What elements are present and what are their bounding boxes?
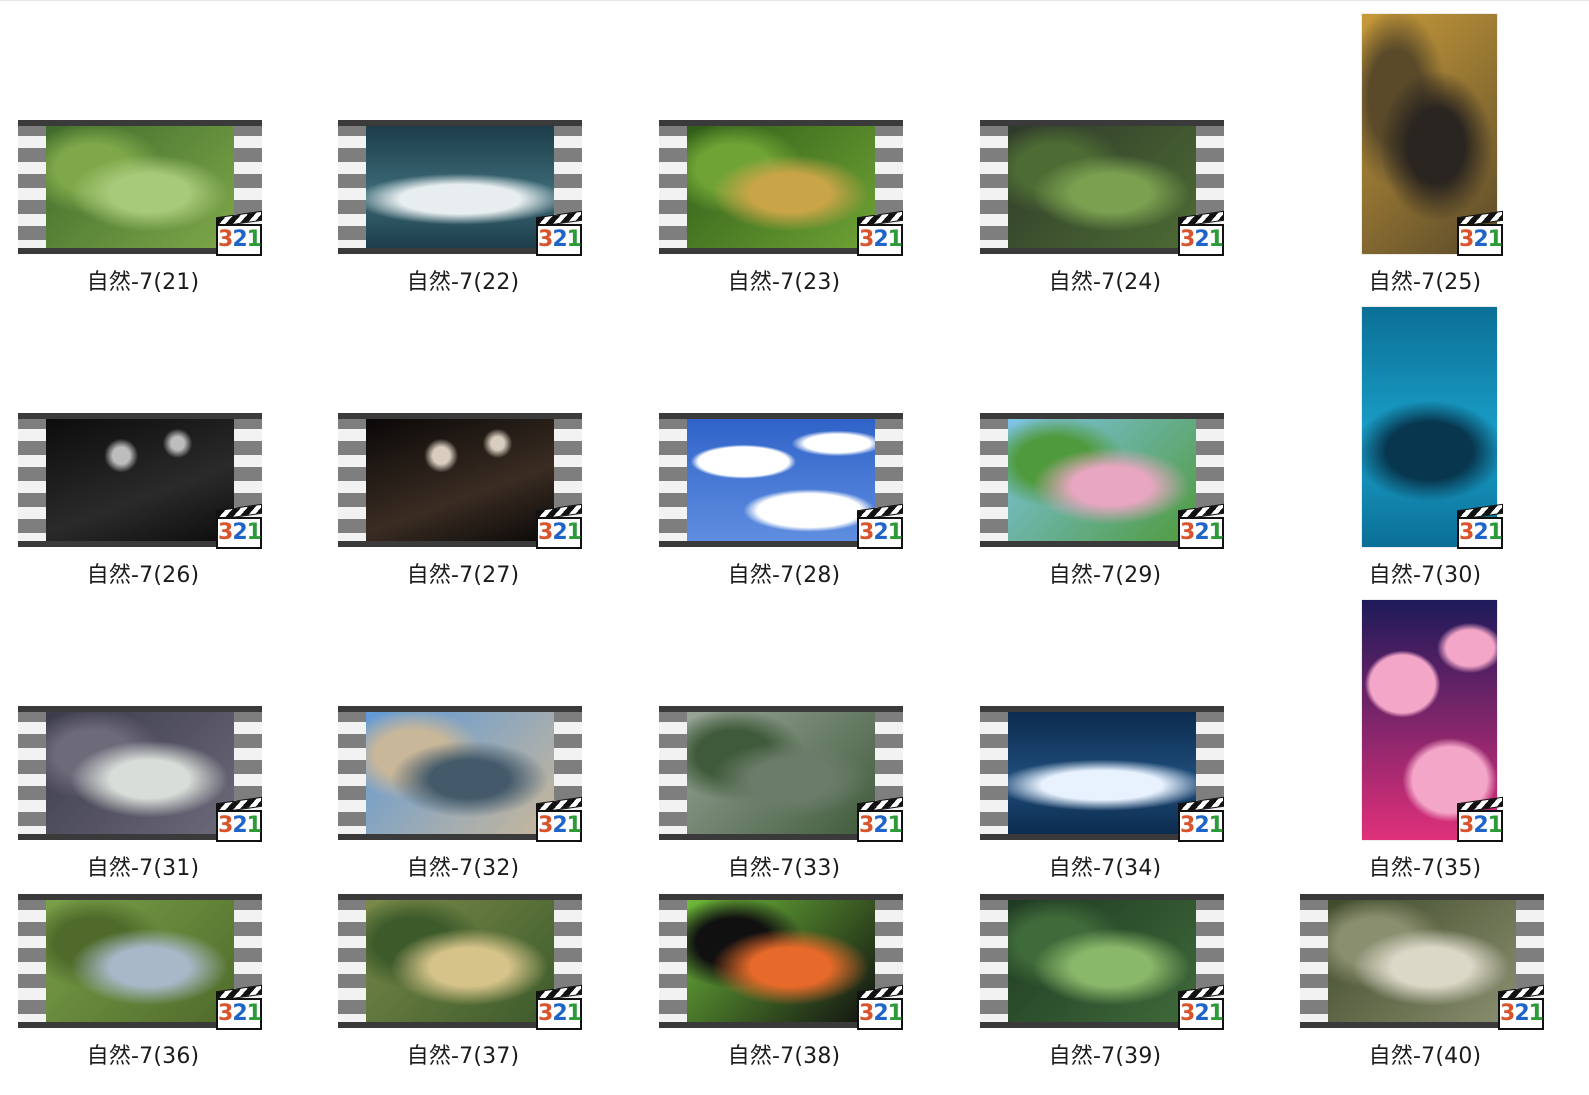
badge-digit: 3 <box>1500 1001 1515 1026</box>
badge-digit: 2 <box>873 1001 888 1026</box>
badge-digit: 1 <box>887 1001 903 1026</box>
file-name-label[interactable]: 自然-7(38) <box>634 1038 934 1070</box>
mpc-file-type-icon: 321 <box>857 984 903 1032</box>
thumbnail-image <box>366 900 554 1022</box>
badge-digit: 1 <box>246 1001 262 1026</box>
file-item[interactable]: 321 自然-7(37) <box>313 0 613 1095</box>
thumbnail-image <box>46 900 234 1022</box>
file-name-label[interactable]: 自然-7(39) <box>955 1038 1255 1070</box>
mpc-file-type-icon: 321 <box>1498 984 1544 1032</box>
badge-digit: 1 <box>1208 1001 1224 1026</box>
file-item[interactable]: 321 自然-7(39) <box>955 0 1255 1095</box>
file-name-label[interactable]: 自然-7(37) <box>313 1038 613 1070</box>
mpc-file-type-icon: 321 <box>1178 984 1224 1032</box>
badge-digits: 321 <box>1498 998 1544 1030</box>
thumbnail-image <box>1008 900 1196 1022</box>
film-sprocket-holes <box>18 900 46 1022</box>
film-sprocket-holes <box>659 900 687 1022</box>
file-grid: 321 自然-7(21) 321 自然-7(22) 321 自然-7(23) 321 自然-7… <box>0 0 1589 1095</box>
mpc-file-type-icon: 321 <box>216 984 262 1032</box>
badge-digit: 3 <box>859 1001 874 1026</box>
badge-digit: 2 <box>1194 1001 1209 1026</box>
thumbnail-image <box>1328 900 1516 1022</box>
badge-digit: 1 <box>566 1001 582 1026</box>
badge-digit: 2 <box>232 1001 247 1026</box>
badge-digit: 3 <box>218 1001 233 1026</box>
file-item[interactable]: 321 自然-7(36) <box>0 0 293 1095</box>
film-sprocket-holes <box>338 900 366 1022</box>
badge-digits: 321 <box>857 998 903 1030</box>
file-name-label[interactable]: 自然-7(40) <box>1275 1038 1575 1070</box>
badge-digits: 321 <box>1178 998 1224 1030</box>
badge-digit: 3 <box>538 1001 553 1026</box>
mpc-file-type-icon: 321 <box>536 984 582 1032</box>
thumbnail-image <box>687 900 875 1022</box>
file-item[interactable]: 321 自然-7(38) <box>634 0 934 1095</box>
badge-digit: 3 <box>1180 1001 1195 1026</box>
badge-digits: 321 <box>216 998 262 1030</box>
badge-digits: 321 <box>536 998 582 1030</box>
badge-digit: 2 <box>1514 1001 1529 1026</box>
badge-digit: 1 <box>1528 1001 1544 1026</box>
file-item[interactable]: 321 自然-7(40) <box>1275 0 1575 1095</box>
badge-digit: 2 <box>552 1001 567 1026</box>
film-sprocket-holes <box>1300 900 1328 1022</box>
film-sprocket-holes <box>980 900 1008 1022</box>
file-name-label[interactable]: 自然-7(36) <box>0 1038 293 1070</box>
